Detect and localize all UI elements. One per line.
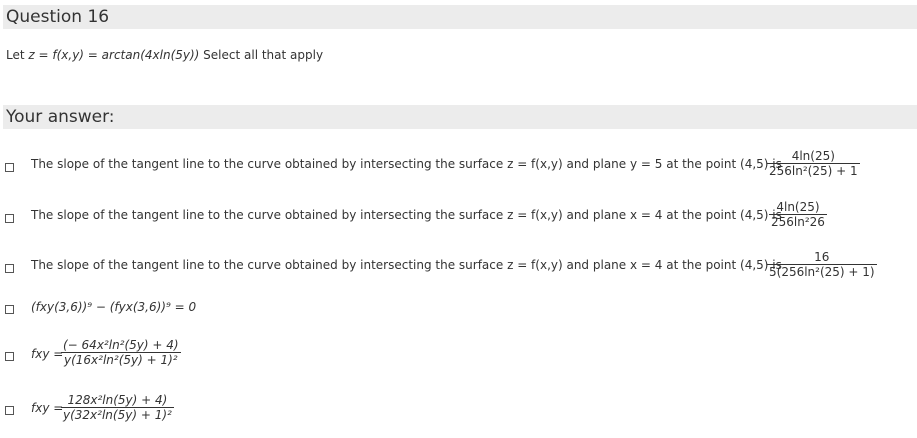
option-5-checkbox[interactable] — [5, 352, 14, 361]
option-3-text: The slope of the tangent line to the cur… — [31, 258, 782, 272]
option-5-numerator: (− 64x²ln²(5y) + 4) — [63, 338, 179, 352]
option-6-denominator: y(32x²ln(5y) + 1)² — [61, 407, 174, 422]
option-1-fraction: 4ln(25) 256ln²(25) + 1 — [767, 149, 860, 178]
option-2-checkbox[interactable] — [5, 214, 14, 223]
stem-suffix: Select all that apply — [199, 48, 324, 62]
option-1-checkbox[interactable] — [5, 163, 14, 172]
option-2-numerator: 4ln(25) — [776, 200, 820, 214]
option-4-checkbox[interactable] — [5, 305, 14, 314]
option-6-fraction: 128x²ln(5y) + 4) y(32x²ln(5y) + 1)² — [61, 393, 174, 422]
option-6-lhs: fxy = — [31, 401, 64, 415]
option-3-numerator: 16 — [814, 250, 830, 264]
stem-prefix: Let — [6, 48, 29, 62]
stem-expression: z = f(x,y) = arctan(4xln(5y)) — [28, 48, 200, 62]
option-2-fraction: 4ln(25) 256ln²26 — [769, 200, 827, 229]
option-6-checkbox[interactable] — [5, 406, 14, 415]
option-2-text: The slope of the tangent line to the cur… — [31, 208, 782, 222]
option-4-expression: (fxy(3,6))⁹ − (fyx(3,6))⁹ = 0 — [31, 300, 197, 314]
option-1-numerator: 4ln(25) — [791, 149, 835, 163]
option-3-fraction: 16 5(256ln²(25) + 1) — [767, 250, 877, 279]
option-5-fraction: (− 64x²ln²(5y) + 4) y(16x²ln²(5y) + 1)² — [61, 338, 181, 367]
question-stem: Let z = f(x,y) = arctan(4xln(5y)) Select… — [6, 48, 323, 62]
option-1-text: The slope of the tangent line to the cur… — [31, 157, 782, 171]
answer-header: Your answer: — [3, 105, 917, 129]
option-6-numerator: 128x²ln(5y) + 4) — [67, 393, 168, 407]
option-5-lhs: fxy = — [31, 347, 64, 361]
option-1-denominator: 256ln²(25) + 1 — [767, 163, 860, 178]
question-title: Question 16 — [3, 5, 917, 29]
option-3-denominator: 5(256ln²(25) + 1) — [767, 264, 877, 279]
option-3-checkbox[interactable] — [5, 264, 14, 273]
option-2-denominator: 256ln²26 — [769, 214, 827, 229]
option-5-denominator: y(16x²ln²(5y) + 1)² — [61, 352, 181, 367]
